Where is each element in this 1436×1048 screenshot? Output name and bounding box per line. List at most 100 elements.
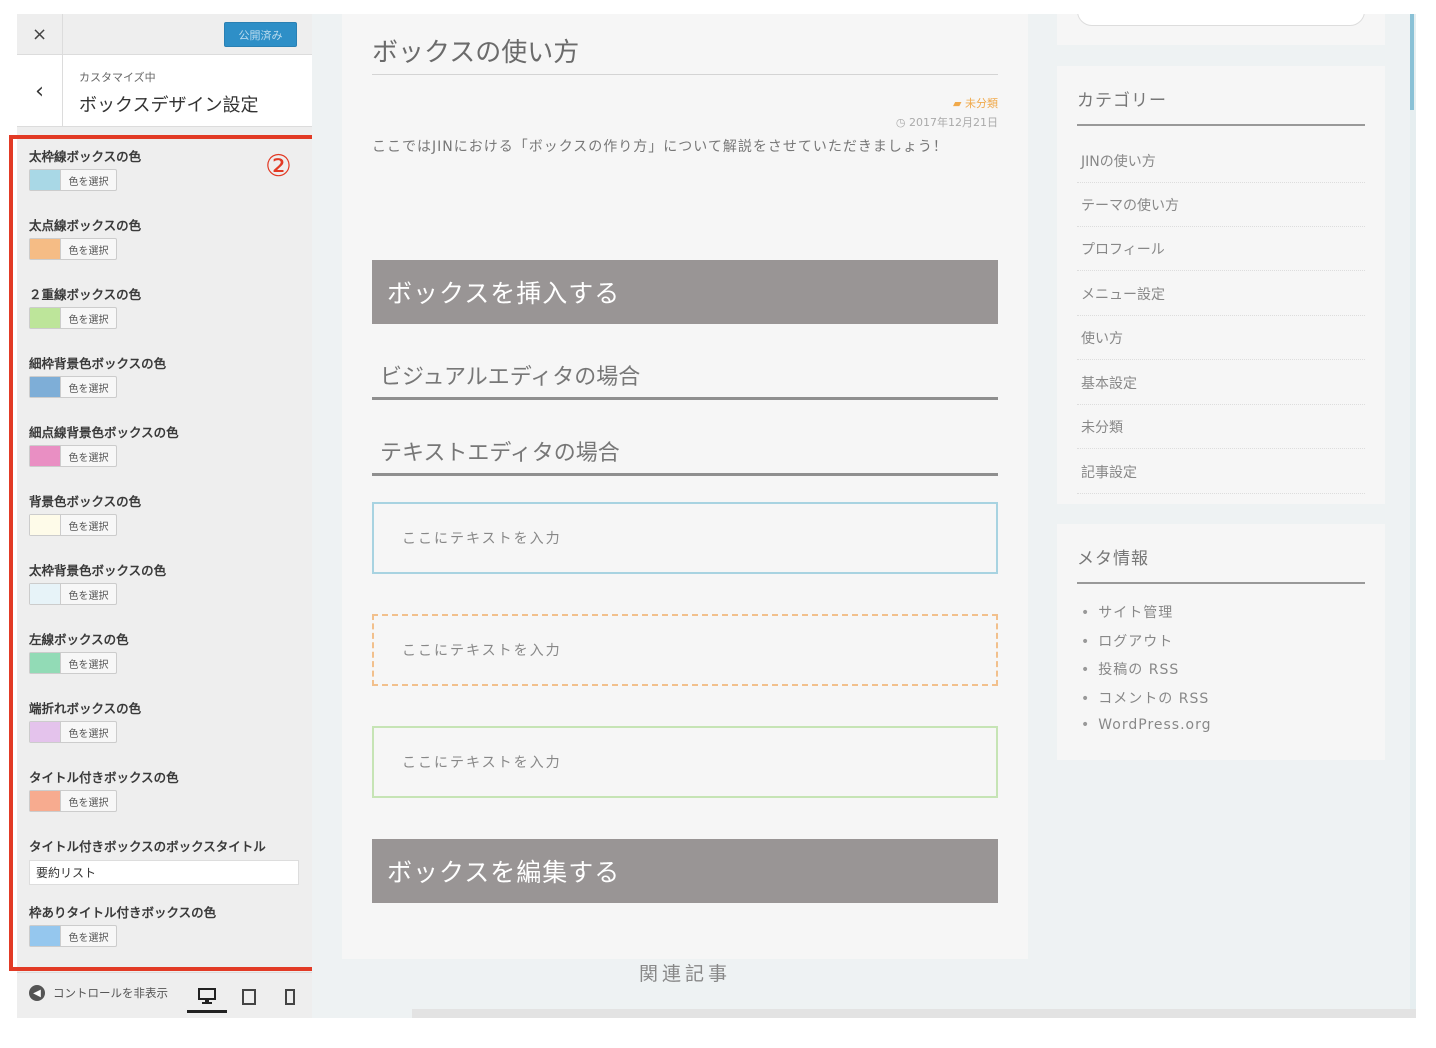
date-label: 2017年12月21日 bbox=[909, 116, 998, 129]
control-label: 細点線背景色ボックスの色 bbox=[29, 425, 179, 440]
color-swatch bbox=[30, 377, 61, 397]
color-swatch bbox=[30, 170, 61, 190]
category-link[interactable]: テーマの使い方 bbox=[1077, 183, 1365, 227]
select-color-label: 色を選択 bbox=[68, 797, 109, 809]
control-label: 端折れボックスの色 bbox=[29, 701, 142, 716]
select-color-button[interactable]: 色を選択 bbox=[29, 238, 117, 260]
dashed-border-box-sample: ここにテキストを入力 bbox=[372, 614, 998, 686]
color-swatch bbox=[30, 584, 61, 604]
color-swatch bbox=[30, 446, 61, 466]
search-widget: ⌕ bbox=[1057, 14, 1385, 45]
color-control: 枠ありタイトル付きボックスの色 色を選択 bbox=[29, 902, 217, 947]
color-control: 細枠背景色ボックスの色 色を選択 bbox=[29, 353, 166, 398]
color-swatch bbox=[30, 791, 61, 811]
control-label: タイトル付きボックスの色 bbox=[29, 770, 179, 785]
subheading-text-editor: テキストエディタの場合 bbox=[372, 435, 998, 476]
color-control: 太枠背景色ボックスの色 色を選択 bbox=[29, 560, 167, 605]
color-swatch bbox=[30, 926, 61, 946]
color-control: タイトル付きボックスの色 色を選択 bbox=[29, 767, 179, 812]
related-posts-heading: 関連記事 bbox=[638, 963, 731, 985]
select-color-label: 色を選択 bbox=[68, 383, 109, 395]
select-color-button[interactable]: 色を選択 bbox=[29, 583, 117, 605]
back-button[interactable]: ‹ bbox=[17, 55, 63, 127]
select-color-button[interactable]: 色を選択 bbox=[29, 721, 117, 743]
select-color-button[interactable]: 色を選択 bbox=[29, 307, 117, 329]
box-title-input[interactable] bbox=[29, 860, 299, 885]
annotation-marker: ② bbox=[265, 149, 292, 184]
category-link[interactable]: 記事設定 bbox=[1077, 450, 1365, 494]
heading-insert-box: ボックスを挿入する bbox=[372, 260, 998, 324]
select-color-button[interactable]: 色を選択 bbox=[29, 169, 117, 191]
preview-scrollbar[interactable] bbox=[1410, 14, 1416, 1018]
thick-border-box-sample: ここにテキストを入力 bbox=[372, 502, 998, 574]
section-title: ボックスデザイン設定 bbox=[79, 95, 259, 116]
select-color-button[interactable]: 色を選択 bbox=[29, 445, 117, 467]
post-intro: ここではJINにおける「ボックスの作り方」について解説をさせていただきましょう！ bbox=[372, 139, 948, 155]
scrollbar-thumb[interactable] bbox=[1410, 14, 1414, 110]
color-control: 背景色ボックスの色 色を選択 bbox=[29, 491, 142, 536]
select-color-label: 色を選択 bbox=[68, 314, 109, 326]
meta-link[interactable]: ログアウト bbox=[1081, 631, 1173, 651]
text-control: タイトル付きボックスのボックスタイトル bbox=[29, 836, 299, 885]
category-widget-title: カテゴリー bbox=[1077, 91, 1167, 111]
color-swatch bbox=[30, 308, 61, 328]
publish-button[interactable]: 公開済み bbox=[224, 22, 297, 47]
desktop-icon bbox=[198, 987, 216, 1004]
search-input[interactable]: ⌕ bbox=[1077, 14, 1365, 26]
category-link[interactable]: 未分類 bbox=[1077, 405, 1365, 449]
select-color-label: 色を選択 bbox=[68, 590, 109, 602]
meta-link[interactable]: 投稿の RSS bbox=[1081, 659, 1179, 679]
color-control: 左線ボックスの色 色を選択 bbox=[29, 629, 129, 674]
desktop-preview-button[interactable] bbox=[187, 981, 227, 1013]
control-label: タイトル付きボックスのボックスタイトル bbox=[29, 839, 266, 854]
select-color-label: 色を選択 bbox=[68, 245, 109, 257]
meta-link[interactable]: WordPress.org bbox=[1081, 717, 1212, 733]
control-label: 枠ありタイトル付きボックスの色 bbox=[29, 905, 217, 920]
title-divider bbox=[372, 74, 998, 75]
close-customizer-button[interactable]: × bbox=[17, 14, 63, 55]
tablet-preview-button[interactable] bbox=[229, 981, 269, 1013]
panel-footer: ◀ コントロールを非表示 bbox=[17, 972, 312, 1018]
widget-title-rule bbox=[1077, 124, 1365, 126]
category-label: 未分類 bbox=[965, 97, 998, 110]
color-swatch bbox=[30, 722, 61, 742]
color-control: 太枠線ボックスの色 色を選択 bbox=[29, 146, 142, 191]
color-control: 細点線背景色ボックスの色 色を選択 bbox=[29, 422, 179, 467]
select-color-button[interactable]: 色を選択 bbox=[29, 652, 117, 674]
customizing-label: カスタマイズ中 bbox=[79, 71, 156, 84]
category-widget: カテゴリー JINの使い方 テーマの使い方 プロフィール メニュー設定 使い方 … bbox=[1057, 66, 1385, 504]
mobile-preview-button[interactable] bbox=[270, 981, 310, 1013]
category-link[interactable]: JINの使い方 bbox=[1077, 139, 1365, 183]
select-color-button[interactable]: 色を選択 bbox=[29, 925, 117, 947]
select-color-label: 色を選択 bbox=[68, 659, 109, 671]
control-label: 背景色ボックスの色 bbox=[29, 494, 142, 509]
category-link[interactable]: 使い方 bbox=[1077, 316, 1365, 360]
folder-icon: ▰ bbox=[953, 97, 965, 110]
section-header: ‹ カスタマイズ中 ボックスデザイン設定 bbox=[17, 55, 312, 127]
select-color-button[interactable]: 色を選択 bbox=[29, 790, 117, 812]
meta-link[interactable]: サイト管理 bbox=[1081, 602, 1173, 622]
select-color-button[interactable]: 色を選択 bbox=[29, 514, 117, 536]
post-category[interactable]: ▰ 未分類 bbox=[953, 95, 998, 111]
subheading-visual-editor: ビジュアルエディタの場合 bbox=[372, 359, 998, 400]
select-color-button[interactable]: 色を選択 bbox=[29, 376, 117, 398]
meta-widget-title: メタ情報 bbox=[1077, 549, 1149, 569]
clock-icon: ◷ bbox=[895, 116, 909, 129]
select-color-label: 色を選択 bbox=[68, 176, 109, 188]
category-link[interactable]: メニュー設定 bbox=[1077, 272, 1365, 316]
hide-controls-button[interactable]: ◀ コントロールを非表示 bbox=[29, 985, 168, 1001]
meta-link[interactable]: コメントの RSS bbox=[1081, 688, 1209, 708]
category-link[interactable]: 基本設定 bbox=[1077, 361, 1365, 405]
tablet-icon bbox=[242, 989, 256, 1005]
select-color-label: 色を選択 bbox=[68, 728, 109, 740]
heading-edit-box: ボックスを編集する bbox=[372, 839, 998, 903]
control-label: 太枠線ボックスの色 bbox=[29, 149, 142, 164]
color-control: ２重線ボックスの色 色を選択 bbox=[29, 284, 142, 329]
panel-top-bar: × 公開済み bbox=[17, 14, 312, 55]
color-swatch bbox=[30, 653, 61, 673]
category-link[interactable]: プロフィール bbox=[1077, 227, 1365, 271]
control-label: 太枠背景色ボックスの色 bbox=[29, 563, 167, 578]
meta-widget: メタ情報 サイト管理 ログアウト 投稿の RSS コメントの RSS WordP… bbox=[1057, 524, 1385, 760]
post-date: ◷ 2017年12月21日 bbox=[896, 114, 998, 130]
control-label: ２重線ボックスの色 bbox=[29, 287, 142, 302]
